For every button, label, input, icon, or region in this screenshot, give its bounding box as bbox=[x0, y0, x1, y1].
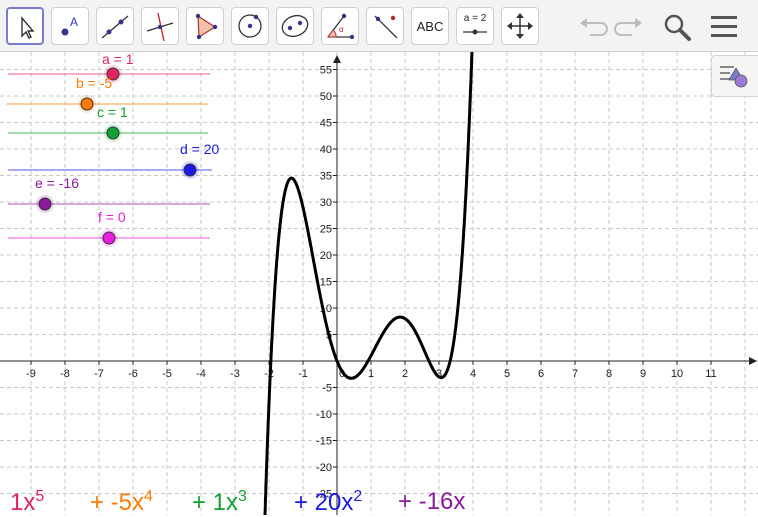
undo-button[interactable] bbox=[576, 10, 610, 44]
x-tick-label: 2 bbox=[402, 368, 408, 380]
y-tick-label: 45 bbox=[320, 118, 332, 130]
formula-term-3: + 1x3 bbox=[192, 488, 247, 516]
x-tick-label: 11 bbox=[705, 368, 716, 380]
y-tick-label: 30 bbox=[320, 197, 332, 209]
cursor-arrow-icon bbox=[21, 16, 35, 39]
circle-icon bbox=[238, 14, 262, 38]
undo-icon bbox=[580, 18, 608, 36]
point-icon: A bbox=[61, 15, 78, 36]
perpendicular-line-icon bbox=[146, 12, 174, 42]
x-tick-label: 4 bbox=[470, 368, 476, 380]
y-axis-arrow-icon bbox=[333, 55, 341, 63]
slider-tool-button[interactable]: a = 2 bbox=[456, 7, 494, 45]
x-tick-label: 10 bbox=[671, 368, 683, 380]
slider-e-knob[interactable] bbox=[36, 195, 54, 213]
svg-text:A: A bbox=[70, 15, 78, 29]
slider-d-label: d = 20 bbox=[180, 141, 220, 157]
x-tick-label: -9 bbox=[26, 368, 36, 380]
text-tool-label: ABC bbox=[416, 18, 444, 34]
polygon-tool-button[interactable] bbox=[186, 7, 224, 45]
y-tick-label: -15 bbox=[316, 436, 332, 448]
x-tick-label: 6 bbox=[538, 368, 544, 380]
formula-term-2: + -5x4 bbox=[90, 488, 153, 516]
angle-tool-button[interactable]: α bbox=[321, 7, 359, 45]
x-tick-label: 5 bbox=[504, 368, 510, 380]
redo-button[interactable] bbox=[612, 10, 646, 44]
ellipse-icon bbox=[281, 14, 309, 38]
slider-f-label: f = 0 bbox=[98, 209, 126, 225]
formula-term-5: + -16x bbox=[398, 488, 466, 515]
move-arrows-icon bbox=[507, 13, 533, 39]
x-tick-label: 7 bbox=[572, 368, 578, 380]
formula-term-1: 1x5 bbox=[10, 488, 45, 516]
move-tool-button[interactable] bbox=[6, 7, 44, 45]
function-graph[interactable] bbox=[263, 52, 474, 515]
y-tick-label: -5 bbox=[322, 383, 332, 395]
slider-c-knob[interactable] bbox=[104, 124, 122, 142]
x-tick-label: -6 bbox=[128, 368, 138, 380]
x-tick-label: -3 bbox=[230, 368, 240, 380]
svg-text:α: α bbox=[339, 25, 344, 34]
slider-d-knob[interactable] bbox=[181, 161, 199, 179]
slider-a-label: a = 1 bbox=[102, 51, 134, 67]
slider-b-knob[interactable] bbox=[78, 95, 96, 113]
y-tick-label: -10 bbox=[316, 409, 332, 421]
x-tick-label: -8 bbox=[60, 368, 70, 380]
x-tick-label: -1 bbox=[298, 368, 308, 380]
slider-c-label: c = 1 bbox=[97, 104, 128, 120]
move-graphics-tool-button[interactable] bbox=[501, 7, 539, 45]
formula-term-4: + 20x2 bbox=[294, 488, 363, 516]
y-tick-label: 15 bbox=[320, 277, 332, 289]
y-tick-label: -20 bbox=[316, 462, 332, 474]
x-axis-labels: -9 -8 -7 -6 -5 -4 -3 -2 -1 0 1 2 3 4 5 6 7 8 9 10 11 bbox=[26, 368, 717, 380]
x-tick-label: 8 bbox=[606, 368, 612, 380]
y-tick-label: 50 bbox=[320, 91, 332, 103]
style-bar-icon bbox=[720, 66, 748, 88]
perpendicular-tool-button[interactable] bbox=[141, 7, 179, 45]
angle-icon: α bbox=[327, 13, 355, 40]
x-tick-label: 9 bbox=[640, 368, 646, 380]
line-icon bbox=[101, 15, 129, 39]
conic-tool-button[interactable] bbox=[276, 7, 314, 45]
slider-e-label: e = -16 bbox=[35, 175, 79, 191]
hamburger-menu-icon bbox=[711, 16, 737, 37]
x-axis-arrow-icon bbox=[749, 357, 757, 365]
x-tick-label: -4 bbox=[196, 368, 206, 380]
y-tick-label: 55 bbox=[320, 65, 332, 77]
line-tool-button[interactable] bbox=[96, 7, 134, 45]
text-tool-button[interactable]: ABC bbox=[411, 7, 449, 45]
grid bbox=[0, 52, 758, 515]
polygon-icon bbox=[195, 13, 218, 40]
y-tick-label: 40 bbox=[320, 144, 332, 156]
y-tick-label: 25 bbox=[320, 224, 332, 236]
y-tick-label: 20 bbox=[320, 250, 332, 262]
slider-b-label: b = -5 bbox=[76, 75, 113, 91]
toolbar: A α ABC a = 2 bbox=[0, 0, 758, 52]
y-tick-label: 35 bbox=[320, 171, 332, 183]
reflect-line-icon bbox=[374, 15, 398, 39]
slider-tool-label: a = 2 bbox=[463, 13, 487, 24]
x-tick-label: 1 bbox=[368, 368, 374, 380]
point-tool-button[interactable]: A bbox=[51, 7, 89, 45]
style-bar-toggle[interactable] bbox=[711, 55, 758, 97]
circle-tool-button[interactable] bbox=[231, 7, 269, 45]
main-menu-button[interactable] bbox=[707, 10, 741, 44]
slider-f-knob[interactable] bbox=[100, 229, 118, 247]
search-icon bbox=[664, 14, 691, 41]
search-button[interactable] bbox=[660, 10, 694, 44]
redo-icon bbox=[614, 18, 642, 36]
reflect-tool-button[interactable] bbox=[366, 7, 404, 45]
x-tick-label: -7 bbox=[94, 368, 104, 380]
x-tick-label: -5 bbox=[162, 368, 172, 380]
graphics-view[interactable]: -9 -8 -7 -6 -5 -4 -3 -2 -1 0 1 2 3 4 5 6 7 8 9 10 11 5550454… bbox=[0, 52, 758, 515]
